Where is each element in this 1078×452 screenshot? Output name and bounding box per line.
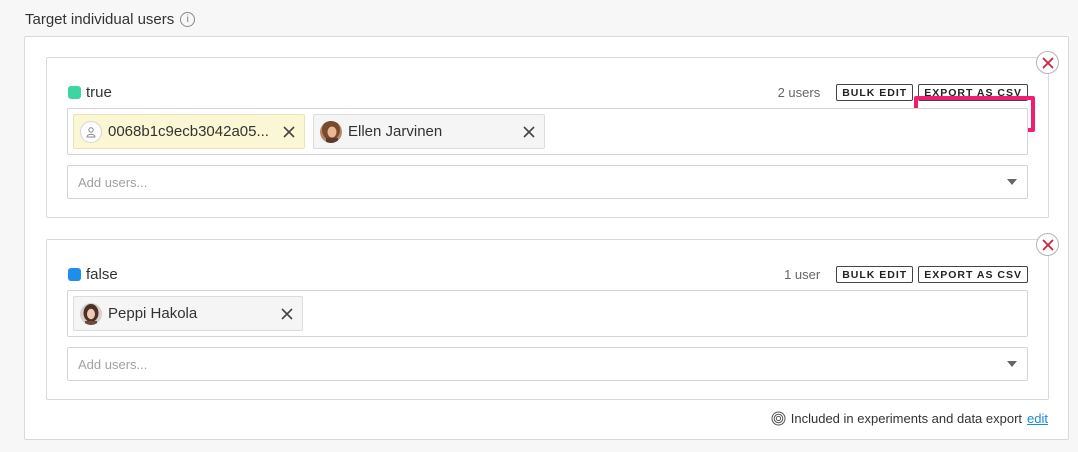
export-csv-button[interactable]: EXPORT AS CSV <box>918 83 1028 101</box>
user-count: 1 user <box>784 266 821 282</box>
selected-users-box: 0068b1c9ecb3042a05... Ellen Jarvinen <box>67 108 1028 155</box>
remove-user-icon[interactable] <box>522 125 536 139</box>
add-users-input[interactable] <box>78 356 1007 372</box>
remove-variation-button[interactable] <box>1036 233 1059 256</box>
remove-variation-button[interactable] <box>1036 51 1059 74</box>
remove-user-icon[interactable] <box>282 125 296 139</box>
variation-color-swatch <box>68 267 81 281</box>
section-header: Target individual users i <box>25 11 196 28</box>
user-chip: Ellen Jarvinen <box>313 114 545 149</box>
user-chip-name: Peppi Hakola <box>108 305 198 322</box>
bulk-edit-button[interactable]: BULK EDIT <box>836 83 914 101</box>
add-users-dropdown[interactable] <box>67 165 1028 199</box>
footer-note: Included in experiments and data export … <box>771 411 1048 426</box>
variation-false: false 1 user BULK EDIT EXPORT AS CSV Pep… <box>46 233 1059 400</box>
target-icon <box>771 411 786 426</box>
variation-header: false 1 user BULK EDIT EXPORT AS CSV <box>68 264 1028 284</box>
close-icon <box>1042 239 1053 250</box>
user-count: 2 users <box>777 84 821 100</box>
export-csv-button[interactable]: EXPORT AS CSV <box>918 265 1028 283</box>
chevron-down-icon[interactable] <box>1007 179 1017 185</box>
generic-user-icon <box>80 120 102 143</box>
user-chip: 0068b1c9ecb3042a05... <box>73 114 305 149</box>
avatar <box>320 120 342 143</box>
remove-user-icon[interactable] <box>280 307 294 321</box>
section-title: Target individual users <box>25 11 175 28</box>
variation-header: true 2 users BULK EDIT EXPORT AS CSV <box>68 82 1028 102</box>
bulk-edit-button[interactable]: BULK EDIT <box>836 265 914 283</box>
footer-text: Included in experiments and data export <box>790 411 1023 426</box>
add-users-dropdown[interactable] <box>67 347 1028 381</box>
targeting-panel: true 2 users BULK EDIT EXPORT AS CSV 006… <box>24 36 1069 440</box>
avatar <box>80 302 102 325</box>
user-chip-name: 0068b1c9ecb3042a05... <box>108 123 269 140</box>
chevron-down-icon[interactable] <box>1007 361 1017 367</box>
user-chip-name: Ellen Jarvinen <box>348 123 443 140</box>
info-icon[interactable]: i <box>180 12 196 27</box>
close-icon <box>1042 57 1053 68</box>
add-users-input[interactable] <box>78 174 1007 190</box>
variation-label: true <box>86 83 112 101</box>
variation-color-swatch <box>68 85 81 99</box>
variation-true: true 2 users BULK EDIT EXPORT AS CSV 006… <box>46 51 1059 218</box>
variation-label: false <box>86 265 118 283</box>
user-chip: Peppi Hakola <box>73 296 303 331</box>
edit-link[interactable]: edit <box>1027 411 1048 426</box>
selected-users-box: Peppi Hakola <box>67 290 1028 337</box>
